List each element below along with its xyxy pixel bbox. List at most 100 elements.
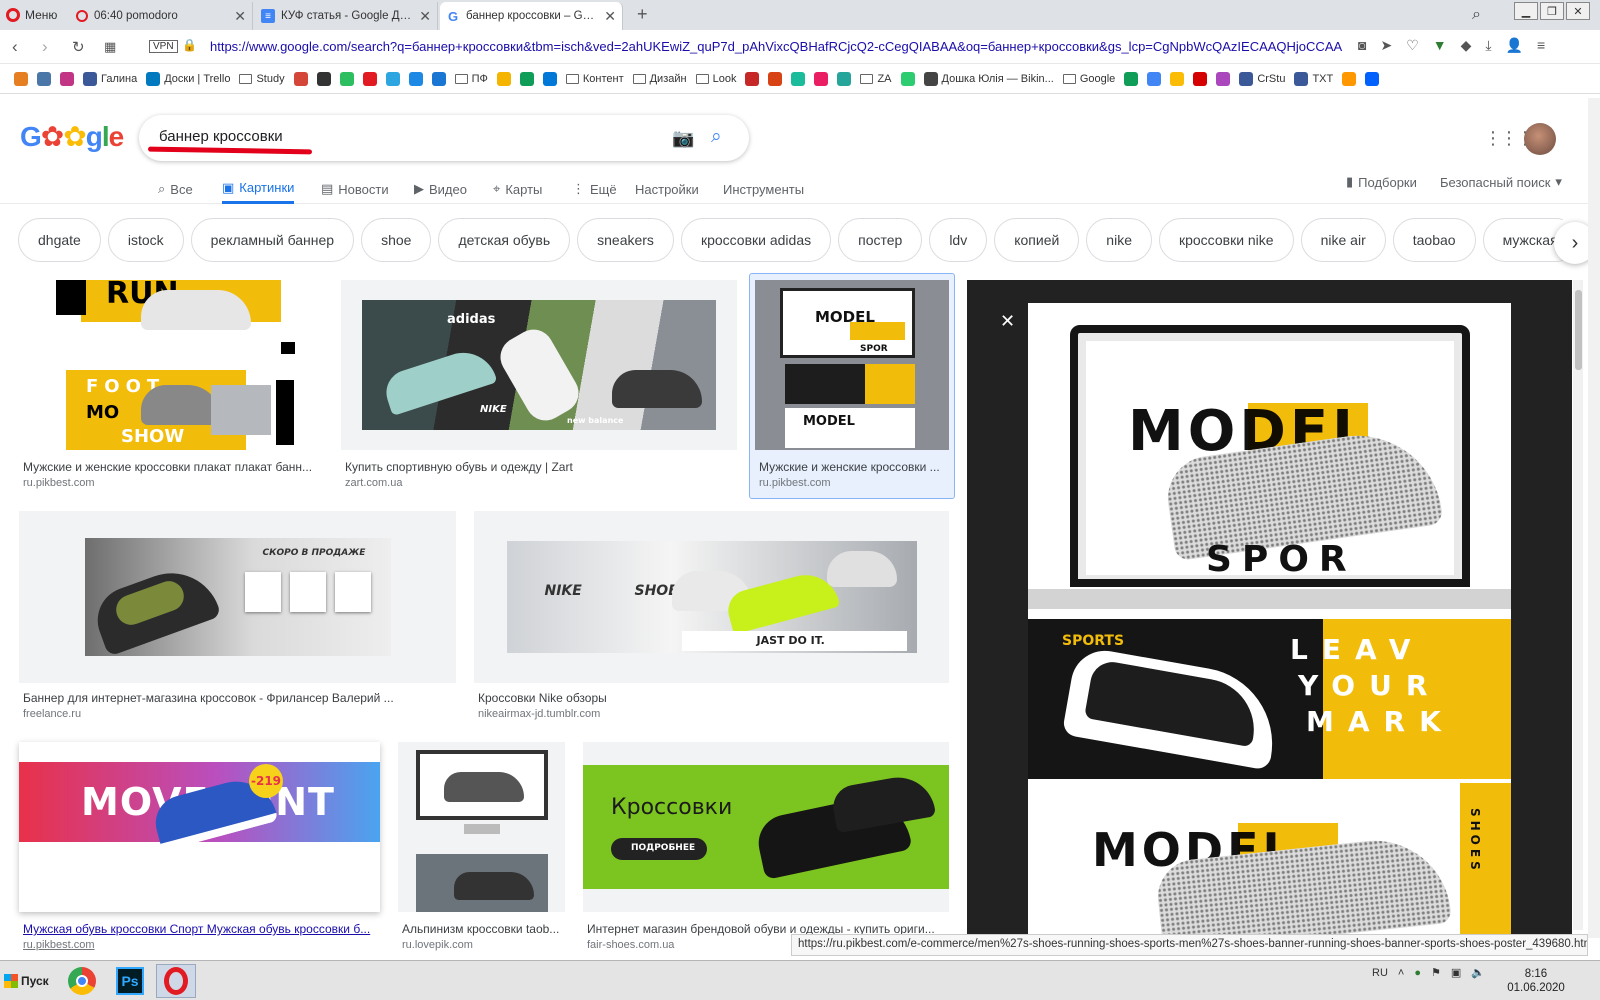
bookmark-item[interactable] bbox=[408, 71, 423, 86]
result-thumbnail[interactable]: Кроссовки ПОДРОБНЕЕ bbox=[583, 742, 949, 912]
tab-images[interactable]: ▣ Картинки bbox=[222, 174, 295, 204]
related-search-chip[interactable]: nike bbox=[1086, 218, 1152, 262]
send-icon[interactable]: ➤ bbox=[1380, 37, 1392, 54]
safe-search-dropdown[interactable]: Безопасный поиск ▾ bbox=[1440, 174, 1562, 190]
tab-all[interactable]: ⌕ Все bbox=[158, 174, 193, 204]
bookmark-item[interactable] bbox=[1170, 71, 1185, 86]
search-input[interactable]: баннер кроссовки bbox=[159, 128, 283, 145]
related-search-chip[interactable]: taobao bbox=[1392, 218, 1476, 262]
easy-setup-icon[interactable]: ≡ bbox=[1537, 37, 1545, 54]
chrome-taskbar-icon[interactable] bbox=[62, 964, 102, 998]
result-thumbnail[interactable]: MOVEMENT -219 bbox=[19, 742, 380, 912]
bookmark-item[interactable] bbox=[316, 71, 331, 86]
bookmark-item[interactable] bbox=[339, 71, 354, 86]
bookmark-item[interactable] bbox=[496, 71, 511, 86]
preview-scrollbar[interactable] bbox=[1573, 280, 1583, 930]
bookmark-item[interactable] bbox=[837, 71, 852, 86]
bookmark-item[interactable] bbox=[431, 71, 446, 86]
result-thumbnail[interactable]: NIKE SHOES JAST DO IT. bbox=[474, 511, 949, 683]
photoshop-taskbar-icon[interactable]: Ps bbox=[110, 964, 150, 998]
tab-maps[interactable]: ⌖ Карты bbox=[493, 174, 542, 204]
bookmark-item[interactable] bbox=[37, 71, 51, 86]
result-card[interactable]: Кроссовки ПОДРОБНЕЕ Интернет магазин бре… bbox=[583, 742, 949, 952]
result-title[interactable]: Мужские и женские кроссовки плакат плака… bbox=[23, 460, 319, 474]
close-icon[interactable]: ✕ bbox=[419, 8, 431, 25]
window-close-icon[interactable]: ✕ bbox=[1566, 2, 1590, 20]
bookmark-item[interactable] bbox=[1193, 71, 1208, 86]
minimize-icon[interactable]: ▁ bbox=[1514, 2, 1538, 20]
bookmark-item[interactable] bbox=[1124, 71, 1139, 86]
lock-icon[interactable]: 🔒 bbox=[182, 38, 197, 52]
heart-icon[interactable]: ♡ bbox=[1406, 37, 1419, 54]
result-title[interactable]: Купить спортивную обувь и одежду | Zart bbox=[345, 460, 735, 474]
preview-image[interactable]: MODEL SPOR SPORTS LEAV YOUR MARK MODEL S… bbox=[1028, 303, 1511, 935]
forward-icon[interactable]: › bbox=[42, 37, 48, 57]
volume-icon[interactable]: 🔈 bbox=[1471, 966, 1485, 979]
result-title[interactable]: Кроссовки Nike обзоры bbox=[478, 691, 948, 705]
preview-scrollbar-thumb[interactable] bbox=[1575, 290, 1582, 370]
bookmark-item[interactable]: Google bbox=[1062, 73, 1115, 85]
language-indicator[interactable]: RU bbox=[1372, 967, 1388, 979]
result-card[interactable]: СКОРО В ПРОДАЖЕ Баннер для интернет-мага… bbox=[19, 511, 456, 726]
bookmark-item[interactable] bbox=[14, 71, 28, 86]
related-search-chip[interactable]: постер bbox=[838, 218, 923, 262]
opera-menu-button[interactable]: Меню bbox=[6, 5, 57, 25]
related-search-chip[interactable]: nike air bbox=[1300, 218, 1386, 262]
reload-icon[interactable]: ↻ bbox=[72, 38, 85, 56]
related-search-chip[interactable]: sneakers bbox=[577, 218, 674, 262]
bookmark-item[interactable] bbox=[293, 71, 308, 86]
bookmark-item[interactable] bbox=[1365, 71, 1380, 86]
account-icon[interactable]: 👤 bbox=[1506, 37, 1523, 54]
tab-google-images[interactable]: G баннер кроссовки – Google I ✕ bbox=[440, 2, 623, 30]
opera-taskbar-icon[interactable] bbox=[156, 964, 196, 998]
speed-dial-icon[interactable]: ▦ bbox=[104, 39, 116, 55]
result-card[interactable]: MOVEMENT -219 Мужская обувь кроссовки Сп… bbox=[19, 742, 380, 952]
result-card[interactable]: RUN FOOT MO SHOW Мужские и женские кросс… bbox=[19, 280, 323, 490]
bookmark-item[interactable] bbox=[519, 71, 534, 86]
bookmark-item[interactable] bbox=[385, 71, 400, 86]
tab-search-icon[interactable]: ⌕ bbox=[1472, 6, 1481, 24]
result-thumbnail[interactable]: MODEL MODEL SPOR bbox=[755, 280, 949, 450]
result-thumbnail[interactable]: adidas NIKE new balance bbox=[341, 280, 737, 450]
bookmark-item[interactable] bbox=[745, 71, 760, 86]
extension-icon[interactable]: ◆ bbox=[1461, 37, 1472, 54]
result-thumbnail[interactable]: RUN FOOT MO SHOW bbox=[19, 280, 323, 450]
result-card[interactable]: NIKE SHOES JAST DO IT. Кроссовки Nike об… bbox=[474, 511, 949, 726]
bookmark-item[interactable] bbox=[1342, 71, 1357, 86]
related-search-chip[interactable]: ldv bbox=[929, 218, 988, 262]
bookmark-item[interactable] bbox=[1216, 71, 1231, 86]
bookmark-item[interactable] bbox=[542, 71, 557, 86]
vpn-badge[interactable]: VPN bbox=[149, 40, 178, 53]
close-icon[interactable]: ✕ bbox=[234, 8, 246, 25]
tray-app-icon[interactable]: ● bbox=[1414, 967, 1421, 979]
action-center-icon[interactable]: ⚑ bbox=[1431, 966, 1441, 979]
related-search-chip[interactable]: рекламный баннер bbox=[190, 218, 355, 262]
related-search-chip[interactable]: мужская bbox=[1482, 218, 1563, 262]
maximize-icon[interactable]: ❐ bbox=[1540, 2, 1564, 20]
bookmark-item[interactable]: Контент bbox=[565, 73, 624, 85]
tab-settings[interactable]: Настройки bbox=[635, 174, 699, 204]
bookmark-item[interactable] bbox=[362, 71, 377, 86]
bookmark-item[interactable] bbox=[791, 71, 806, 86]
result-card[interactable]: adidas NIKE new balance Купить спортивну… bbox=[341, 280, 737, 490]
result-title[interactable]: Мужская обувь кроссовки Спорт Мужская об… bbox=[23, 922, 378, 936]
download-icon[interactable]: ⤓ bbox=[1485, 37, 1491, 54]
result-thumbnail[interactable] bbox=[398, 742, 565, 912]
page-scrollbar[interactable] bbox=[1588, 98, 1600, 938]
bookmark-item[interactable]: Дошка Юлія — Bikin... bbox=[923, 71, 1054, 86]
bookmark-item[interactable] bbox=[900, 71, 915, 86]
search-box[interactable]: баннер кроссовки bbox=[139, 115, 749, 161]
bookmark-item[interactable]: Study bbox=[239, 73, 285, 85]
close-icon[interactable]: ✕ bbox=[1000, 311, 1015, 332]
result-title[interactable]: Мужские и женские кроссовки ... bbox=[759, 460, 947, 474]
bookmark-item[interactable]: Галина bbox=[83, 71, 137, 86]
result-thumbnail[interactable]: СКОРО В ПРОДАЖЕ bbox=[19, 511, 456, 683]
snapshot-icon[interactable]: ◙ bbox=[1358, 37, 1366, 54]
tab-docs[interactable]: ≡ КУФ статья - Google Докуме ✕ bbox=[255, 2, 438, 30]
related-search-chip[interactable]: копией bbox=[994, 218, 1080, 262]
bookmark-item[interactable]: CrStu bbox=[1239, 71, 1285, 86]
network-icon[interactable]: ▣ bbox=[1451, 966, 1461, 979]
tab-news[interactable]: ▤ Новости bbox=[321, 174, 389, 204]
bookmark-item[interactable] bbox=[814, 71, 829, 86]
bookmark-item[interactable] bbox=[768, 71, 783, 86]
